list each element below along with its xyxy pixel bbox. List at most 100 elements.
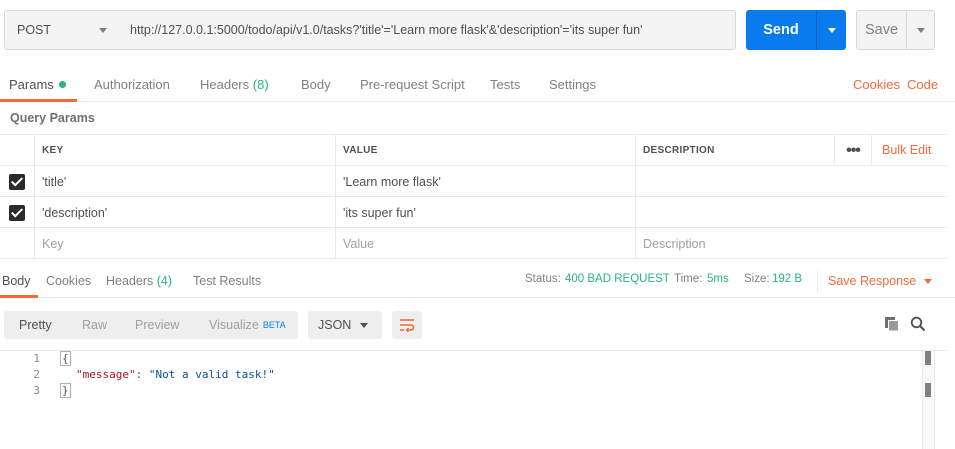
- param-key[interactable]: 'description': [35, 197, 336, 228]
- new-value-field[interactable]: Value: [336, 228, 636, 259]
- row-checkbox-cell: [0, 228, 35, 259]
- active-tab-indicator: [0, 99, 77, 102]
- cookies-link[interactable]: Cookies: [853, 77, 900, 92]
- table-row-new: Key Value Description: [0, 228, 947, 259]
- save-button-group: Save: [856, 10, 935, 50]
- tab-params-label: Params: [9, 77, 54, 92]
- text-wrap-icon: [400, 319, 415, 332]
- chevron-down-icon: [360, 323, 368, 328]
- view-pretty-button[interactable]: Pretty: [19, 311, 52, 339]
- format-select[interactable]: JSON: [308, 311, 382, 339]
- chevron-down-icon: [917, 27, 925, 33]
- code-line: "message": "Not a valid task!": [76, 368, 275, 381]
- view-visualize-button[interactable]: Visualize BETA: [209, 311, 286, 339]
- line-number-gutter: 1 2 3: [0, 351, 44, 449]
- json-brace: {: [60, 351, 71, 366]
- tab-tests[interactable]: Tests: [490, 77, 520, 92]
- line-number: 1: [33, 352, 40, 365]
- new-description-field[interactable]: Description: [636, 228, 947, 259]
- time-value: 5ms: [707, 273, 729, 285]
- search-button[interactable]: [908, 314, 928, 334]
- view-preview-button[interactable]: Preview: [135, 311, 179, 339]
- request-tabs: Params Authorization Headers (8) Body Pr…: [0, 70, 955, 102]
- copy-icon: [885, 317, 899, 332]
- param-value[interactable]: 'its super fun': [336, 197, 636, 228]
- editor-scrollbar[interactable]: [922, 351, 935, 449]
- table-header-row: KEY VALUE DESCRIPTION ••• Bulk Edit: [0, 135, 947, 166]
- header-checkbox-cell: [0, 135, 35, 166]
- param-key[interactable]: 'title': [35, 166, 336, 197]
- more-dots-icon[interactable]: •••: [834, 135, 872, 166]
- tab-authorization[interactable]: Authorization: [94, 77, 170, 92]
- param-description[interactable]: [636, 166, 947, 197]
- tab-response-headers-count: (4): [156, 274, 173, 288]
- tab-response-body[interactable]: Body: [2, 274, 31, 288]
- save-response-button[interactable]: Save Response: [817, 270, 933, 292]
- copy-button[interactable]: [882, 314, 902, 334]
- status-label: Status:: [525, 273, 561, 285]
- active-dot-icon: [58, 81, 66, 88]
- format-value: JSON: [318, 318, 352, 332]
- send-button[interactable]: Send: [746, 10, 816, 50]
- visualize-label: Visualize: [209, 318, 259, 332]
- method-select[interactable]: POST: [4, 10, 122, 50]
- checkbox-checked-icon[interactable]: [9, 204, 25, 221]
- scrollbar-thumb[interactable]: [925, 351, 931, 365]
- line-number: 3: [33, 384, 40, 397]
- tab-headers-label: Headers: [200, 77, 250, 92]
- column-header-value: VALUE: [336, 135, 636, 166]
- size-label: Size:: [744, 273, 770, 285]
- param-value[interactable]: 'Learn more flask': [336, 166, 636, 197]
- active-tab-indicator: [0, 295, 38, 298]
- tab-params[interactable]: Params: [9, 77, 66, 92]
- tab-response-headers-label: Headers: [106, 274, 154, 288]
- code-line: }: [60, 383, 71, 398]
- column-header-key: KEY: [35, 135, 336, 166]
- chevron-down-icon: [99, 28, 107, 33]
- status-badge: 400 BAD REQUEST: [565, 273, 670, 285]
- view-mode-group: Pretty Raw Preview Visualize BETA: [4, 311, 298, 339]
- size-badge: 192 B: [772, 273, 802, 285]
- row-checkbox-cell: [0, 197, 35, 228]
- tab-response-cookies[interactable]: Cookies: [46, 274, 91, 288]
- status-value: 400 BAD REQUEST: [565, 273, 670, 285]
- row-checkbox-cell: [0, 166, 35, 197]
- save-button[interactable]: Save: [857, 11, 906, 49]
- line-number: 2: [33, 368, 40, 381]
- size-value: 192 B: [772, 273, 803, 285]
- chevron-down-icon: [827, 27, 836, 33]
- tab-prerequest-script[interactable]: Pre-request Script: [360, 77, 465, 92]
- response-body-editor[interactable]: 1 2 3 { "message": "Not a valid task!" }: [0, 350, 947, 449]
- send-options-button[interactable]: [816, 10, 846, 50]
- checkbox-checked-icon[interactable]: [9, 173, 25, 190]
- tab-body[interactable]: Body: [301, 77, 331, 92]
- code-link[interactable]: Code: [907, 77, 938, 92]
- view-raw-button[interactable]: Raw: [82, 311, 107, 339]
- search-icon: [910, 316, 926, 332]
- time-label: Time:: [674, 273, 703, 285]
- json-string-value: "Not a valid task!": [148, 368, 275, 381]
- new-key-field[interactable]: Key: [35, 228, 336, 259]
- table-row: 'title' 'Learn more flask': [0, 166, 947, 197]
- save-options-button[interactable]: [906, 11, 935, 49]
- response-tabs: Body Cookies Headers (4) Test Results St…: [0, 264, 955, 298]
- json-brace: }: [60, 383, 71, 398]
- json-colon: :: [135, 368, 149, 381]
- beta-badge: BETA: [262, 320, 286, 330]
- query-params-title: Query Params: [10, 111, 95, 125]
- code-line: {: [60, 351, 71, 366]
- bulk-edit-link[interactable]: Bulk Edit: [882, 143, 931, 157]
- tab-response-headers[interactable]: Headers (4): [106, 274, 172, 288]
- chevron-down-icon: [924, 278, 933, 284]
- url-input[interactable]: http://127.0.0.1:5000/todo/api/v1.0/task…: [121, 10, 736, 50]
- time-badge: 5ms: [707, 273, 729, 285]
- wrap-lines-button[interactable]: [392, 311, 422, 339]
- tab-headers[interactable]: Headers (8): [200, 77, 269, 92]
- table-row: 'description' 'its super fun': [0, 197, 947, 228]
- tab-headers-count: (8): [252, 77, 269, 92]
- tab-settings[interactable]: Settings: [549, 77, 596, 92]
- param-description[interactable]: [636, 197, 947, 228]
- json-key: "message": [76, 368, 136, 381]
- tab-test-results[interactable]: Test Results: [193, 274, 261, 288]
- save-response-label: Save Response: [828, 274, 917, 288]
